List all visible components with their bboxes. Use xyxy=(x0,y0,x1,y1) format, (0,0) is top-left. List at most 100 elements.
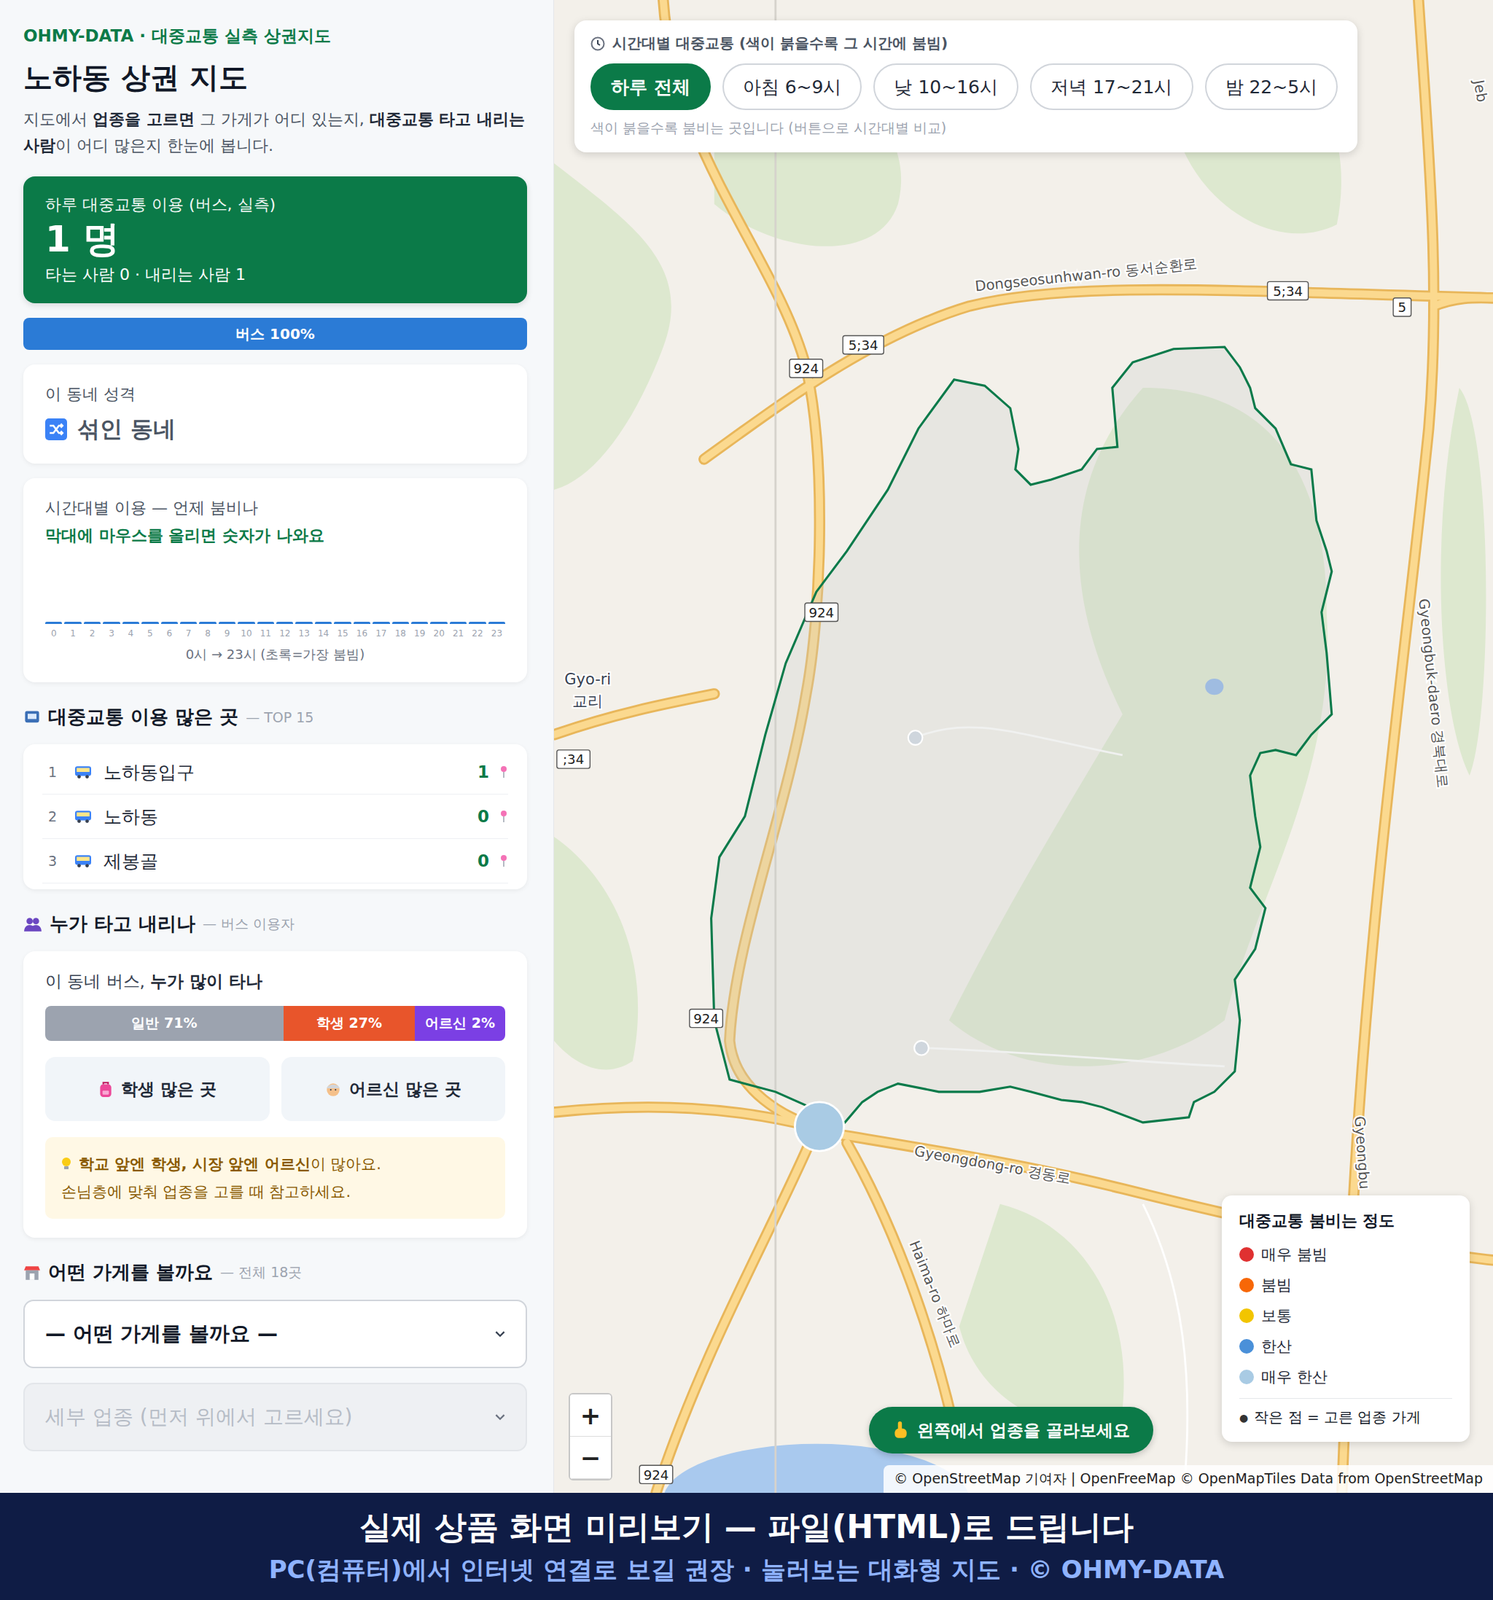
brand: OHMY-DATA · 대중교통 실측 상권지도 xyxy=(23,24,528,48)
road-label: Haima-ro 하마로 xyxy=(906,1238,965,1351)
rider-segment: 일반 71% xyxy=(45,1006,284,1042)
time-tab[interactable]: 아침 6~9시 xyxy=(722,63,863,111)
place-label: 교리 xyxy=(572,692,603,711)
route-shield: 924 xyxy=(804,602,839,622)
shuffle-icon xyxy=(45,418,68,441)
hour-bar[interactable] xyxy=(353,621,371,625)
hour-bar[interactable] xyxy=(180,621,197,625)
svg-text:5;34: 5;34 xyxy=(1272,283,1303,299)
route-shield: 5 xyxy=(1393,298,1412,317)
summary-card: 하루 대중교통 이용 (버스, 실측)1 명타는 사람 0 · 내리는 사람 1 xyxy=(23,176,528,304)
hour-bar[interactable] xyxy=(141,621,159,625)
hour-bar[interactable] xyxy=(488,621,506,625)
rider-share-bar: 일반 71%학생 27%어르신 2% xyxy=(45,1006,506,1042)
subcategory-select[interactable]: 세부 업종 (먼저 위에서 고르세요) xyxy=(23,1382,528,1452)
clock-icon xyxy=(590,36,606,52)
rider-segment: 어르신 2% xyxy=(414,1006,506,1042)
bus-icon xyxy=(72,852,94,869)
pin-icon[interactable] xyxy=(499,854,509,868)
road-label: Gyeongdong-ro 경동로 xyxy=(913,1143,1073,1187)
rider-filter-button[interactable]: 학생 많은 곳 xyxy=(45,1057,270,1122)
bus-icon xyxy=(72,763,94,781)
hour-bar[interactable] xyxy=(218,621,236,625)
district-boundary xyxy=(711,347,1332,1123)
page: OHMY-DATA · 대중교통 실측 상권지도노하동 상권 지도지도에서 업종… xyxy=(0,0,1493,1600)
page-title: 노하동 상권 지도 xyxy=(23,57,528,98)
time-tab[interactable]: 하루 전체 xyxy=(590,63,711,111)
hour-bar[interactable] xyxy=(102,621,120,625)
zoom-button[interactable]: + xyxy=(570,1394,611,1437)
category-select[interactable]: — 어떤 가게를 볼까요 — xyxy=(23,1299,528,1369)
time-tabs: 하루 전체아침 6~9시낮 10~16시저녁 17~21시밤 22~5시 xyxy=(590,63,1342,111)
rider-filter-button[interactable]: 어르신 많은 곳 xyxy=(281,1057,506,1122)
mode-segment: 버스 100% xyxy=(23,317,528,350)
tip-note: 학교 앞엔 학생, 시장 앞엔 어르신이 많아요.손님층에 맞춰 업종을 고를 … xyxy=(45,1137,506,1219)
hour-bar[interactable] xyxy=(411,621,428,625)
hour-bar[interactable] xyxy=(64,621,81,625)
chevron-icon xyxy=(494,1331,506,1338)
road-label: Jeb xyxy=(1469,77,1491,104)
route-shield: ;34 xyxy=(556,750,591,769)
svg-text:924: 924 xyxy=(643,1467,670,1483)
ranking-row[interactable]: 2노하동0 xyxy=(42,794,509,840)
legend-item: 매우 붐빔 xyxy=(1239,1239,1453,1270)
bus-stop-marker[interactable] xyxy=(794,1102,844,1152)
riders-card: 이 동네 버스, 누가 많이 타나일반 71%학생 27%어르신 2%학생 많은… xyxy=(23,951,528,1238)
bus-stop-icon xyxy=(23,708,41,727)
mode-bar: 버스 100% xyxy=(23,317,528,350)
route-shield: 5;34 xyxy=(1267,281,1309,300)
route-shield: 924 xyxy=(789,359,824,378)
shops-header: 어떤 가게를 볼까요— 전체 18곳 xyxy=(23,1259,528,1286)
svg-text:924: 924 xyxy=(808,605,834,621)
ranking-row[interactable]: 3제봉골0 xyxy=(42,839,509,884)
bulb-icon xyxy=(61,1156,72,1172)
rider-segment: 학생 27% xyxy=(283,1006,415,1042)
ranking-row[interactable]: 1노하동입구1 xyxy=(42,750,509,795)
hour-bar[interactable] xyxy=(83,621,101,625)
character-card: 이 동네 성격섞인 동네 xyxy=(23,364,528,464)
ranking-list: 1노하동입구12노하동03제봉골0 xyxy=(23,744,528,890)
hour-bar[interactable] xyxy=(237,621,255,625)
place-label: Gyo-ri xyxy=(564,670,611,689)
hour-bar[interactable] xyxy=(392,621,409,625)
chevron-icon xyxy=(494,1414,506,1421)
pin-icon[interactable] xyxy=(499,809,509,824)
prompt-pill[interactable]: 왼쪽에서 업종을 골라보세요 xyxy=(868,1406,1154,1454)
pin-icon[interactable] xyxy=(499,765,509,779)
hour-bar[interactable] xyxy=(333,621,351,625)
hour-bar[interactable] xyxy=(314,621,332,625)
hour-bar[interactable] xyxy=(276,621,294,625)
people-icon xyxy=(23,916,43,933)
time-tab[interactable]: 저녁 17~21시 xyxy=(1030,63,1194,111)
svg-text:924: 924 xyxy=(793,360,819,377)
summary-value: 1 명 xyxy=(45,217,506,261)
zoom-button[interactable]: − xyxy=(570,1436,611,1480)
hour-bar[interactable] xyxy=(161,621,178,625)
legend-item: 매우 한산 xyxy=(1239,1361,1453,1393)
hour-bar[interactable] xyxy=(199,621,216,625)
hour-bar[interactable] xyxy=(122,621,140,625)
zoom-controls: +− xyxy=(568,1393,613,1481)
route-shield: 5;34 xyxy=(842,336,884,355)
pointing-hand-icon xyxy=(892,1420,909,1440)
time-tab[interactable]: 밤 22~5시 xyxy=(1205,63,1339,111)
road-label: Dongseosunhwan-ro 동서순환로 xyxy=(973,255,1199,296)
hour-bar[interactable] xyxy=(430,621,447,625)
legend-item: 한산 xyxy=(1239,1331,1453,1362)
hour-bar[interactable] xyxy=(45,621,62,625)
map-legend: 대중교통 붐비는 정도매우 붐빔붐빔보통한산매우 한산●작은 점 = 고른 업종… xyxy=(1221,1195,1470,1442)
route-shield: 924 xyxy=(689,1008,724,1028)
hour-bar[interactable] xyxy=(372,621,390,625)
hour-bar[interactable] xyxy=(468,621,486,625)
hour-bar[interactable] xyxy=(449,621,467,625)
svg-text:5: 5 xyxy=(1398,299,1407,315)
route-shield: 924 xyxy=(639,1465,673,1484)
road-label: Gyeongbuk-daero 경북대로 xyxy=(1414,597,1452,789)
preview-banner: 실제 상품 화면 미리보기 — 파일(HTML)로 드립니다PC(컴퓨터)에서 … xyxy=(0,1493,1493,1600)
svg-text:5;34: 5;34 xyxy=(848,337,879,353)
hour-bar[interactable] xyxy=(257,621,275,625)
hour-bar[interactable] xyxy=(295,621,313,625)
time-tab[interactable]: 낮 10~16시 xyxy=(873,63,1019,111)
map[interactable]: Dongseosunhwan-ro 동서순환로 5;34 5 5;34 924 924 92… xyxy=(554,0,1493,1493)
elder-icon xyxy=(324,1080,342,1098)
